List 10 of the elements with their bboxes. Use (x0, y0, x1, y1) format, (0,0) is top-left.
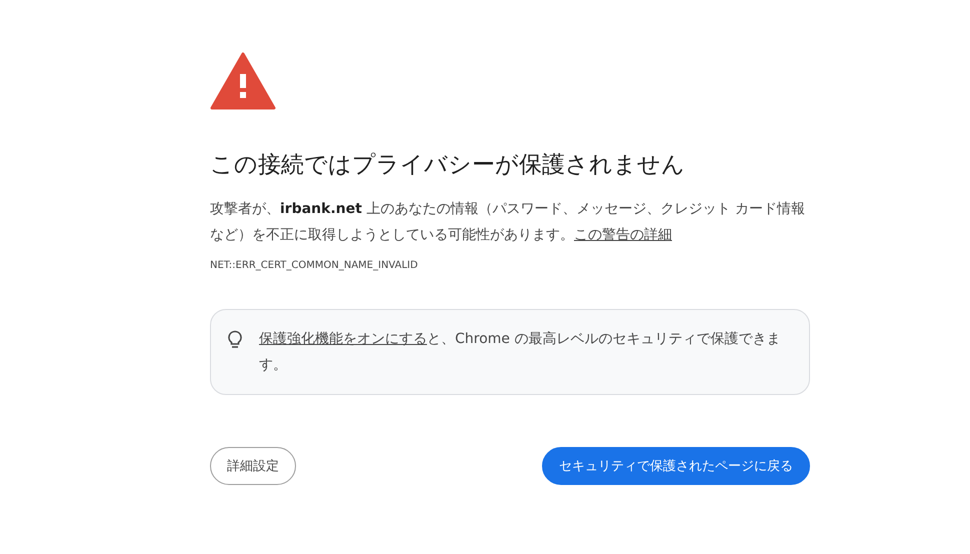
warning-message: 攻撃者が、irbank.net 上のあなたの情報（パスワード、メッセージ、クレジット カード情報など）を不正に取得しようとしている可能性があります。この警告の詳細 (210, 200, 806, 245)
page-heading: この接続ではプライバシーが保護されません (210, 151, 686, 180)
details-link[interactable]: この警告の詳細 (574, 227, 672, 243)
lightbulb-icon (227, 330, 243, 350)
back-to-safety-button[interactable]: セキュリティで保護されたページに戻る (542, 447, 810, 485)
tip-text: 保護強化機能をオンにする と、Chrome の最高レベルのセキュリティで保護できます。 (259, 330, 782, 375)
error-code: NET::ERR_CERT_COMMON_NAME_INVALID (210, 260, 418, 271)
advanced-button[interactable]: 詳細設定 (210, 447, 296, 485)
warning-icon (210, 52, 276, 110)
enhanced-protection-link[interactable]: 保護強化機能をオンにする (259, 331, 427, 347)
